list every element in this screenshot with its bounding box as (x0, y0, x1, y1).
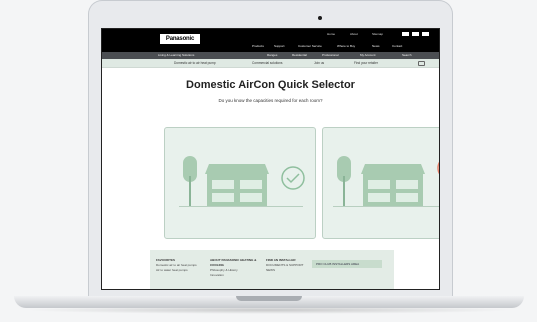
lang-icon[interactable] (402, 32, 409, 36)
sub-navigation: Domestic air to air heat pump Commercial… (102, 59, 439, 68)
print-icon[interactable] (418, 61, 425, 66)
answer-card-no[interactable]: ? (322, 127, 439, 239)
nav-where-to-buy[interactable]: Where to Buy (337, 44, 355, 48)
nav-support[interactable]: Support (274, 44, 285, 48)
page-title: Domestic AirCon Quick Selector (186, 79, 355, 91)
section-link-account[interactable]: My Account (360, 53, 376, 57)
house-illustration (179, 156, 305, 207)
subnav-join[interactable]: Join us (314, 61, 324, 65)
site-footer: FAVOURITES Domestic air to air heat pump… (150, 250, 394, 289)
util-link-sitemap[interactable]: Sitemap (372, 32, 383, 36)
util-link-home[interactable]: Home (327, 32, 335, 36)
footer-col-installer: FIND AN INSTALLER DOCUMENTS & SUPPORT NE… (266, 258, 316, 273)
section-link-ranges[interactable]: Ranges (267, 53, 277, 57)
nav-contact[interactable]: Contact (392, 44, 402, 48)
subnav-commercial[interactable]: Commercial solutions (252, 61, 282, 65)
laptop-screen: Panasonic Home About Sitemap Products Su… (101, 28, 440, 290)
section-name: Living & Learning Solutions (158, 53, 195, 57)
footer-link[interactable]: Air to water heat pumps (156, 268, 216, 273)
section-link-residential[interactable]: Residential (292, 53, 307, 57)
page-subtitle: Do you know the capacities required for … (218, 98, 323, 103)
subnav-domestic[interactable]: Domestic air to air heat pump (174, 61, 216, 65)
site-topbar: Panasonic Home About Sitemap Products Su… (102, 29, 439, 52)
subnav-retailer[interactable]: Find your retailer (354, 61, 378, 65)
answer-card-yes[interactable] (164, 127, 316, 239)
nav-customer-service[interactable]: Customer Service (298, 44, 322, 48)
house-illustration (333, 156, 439, 207)
footer-col2-title: ABOUT PANASONIC HEATING & COOLING (210, 258, 257, 267)
footer-link[interactable]: Innovation (210, 273, 270, 278)
section-link-professional[interactable]: Professional (322, 53, 339, 57)
nav-news[interactable]: News (372, 44, 380, 48)
nav-products[interactable]: Products (252, 44, 264, 48)
check-icon (281, 166, 305, 190)
question-icon (437, 161, 439, 175)
pro-club-button[interactable]: PRO CLUB INSTALLERS AREA (312, 260, 382, 268)
footer-col-favourites: FAVOURITES Domestic air to air heat pump… (156, 258, 216, 273)
region-icon[interactable] (412, 32, 419, 36)
section-bar: Living & Learning Solutions Ranges Resid… (102, 52, 439, 59)
webcam (318, 16, 322, 20)
footer-col-about: ABOUT PANASONIC HEATING & COOLING Philos… (210, 258, 270, 278)
laptop-notch (236, 296, 302, 301)
footer-link[interactable]: NEWS (266, 268, 316, 273)
brand-logo[interactable]: Panasonic (160, 34, 200, 44)
util-link-about[interactable]: About (350, 32, 358, 36)
section-link-search[interactable]: Search (402, 53, 412, 57)
social-icon[interactable] (422, 32, 429, 36)
